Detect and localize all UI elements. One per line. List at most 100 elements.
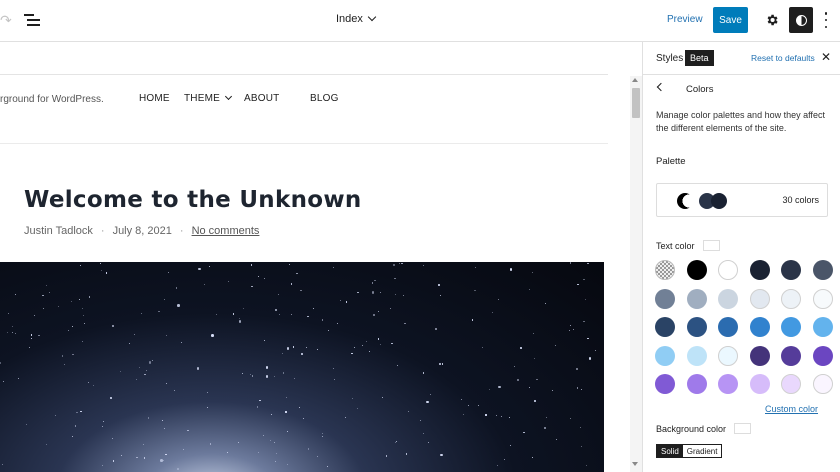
star-dot [176,467,180,471]
color-swatch[interactable] [781,288,801,309]
solid-tab[interactable]: Solid [657,445,683,457]
star-dot [242,372,244,374]
color-swatch[interactable] [749,374,770,394]
color-swatch[interactable] [718,345,738,366]
preview-button[interactable]: Preview [667,14,703,25]
star-dot [477,404,479,406]
color-swatch[interactable] [686,260,707,280]
redo-icon[interactable]: ↷ [0,12,14,28]
sidebar-header: Styles Beta Reset to defaults ✕ [643,42,840,75]
styles-toggle-button[interactable] [789,7,813,33]
star-dot [556,439,558,441]
color-swatch[interactable] [686,345,707,366]
color-swatch[interactable] [781,345,801,366]
star-dot [577,283,579,285]
star-dot [281,352,283,354]
color-swatch[interactable] [749,288,770,309]
star-dot [277,294,279,296]
close-icon[interactable]: ✕ [821,51,831,63]
color-swatch[interactable] [812,345,833,366]
scrollbar[interactable] [630,76,642,472]
star-dot [523,431,525,433]
reset-to-defaults-button[interactable]: Reset to defaults [751,53,815,63]
gear-icon[interactable] [765,13,779,27]
star-dot [285,397,288,399]
gradient-tab[interactable]: Gradient [683,445,722,457]
color-swatch[interactable] [718,317,738,337]
star-dot [308,448,310,450]
star-dot [481,346,483,349]
color-swatch[interactable] [686,374,707,394]
star-dot [30,334,32,336]
custom-color-link[interactable]: Custom color [765,404,818,414]
star-dot [257,451,259,453]
list-view-icon[interactable] [24,14,40,26]
color-swatch[interactable] [655,317,675,337]
color-swatch[interactable] [718,260,738,280]
nav-blog[interactable]: BLOG [310,93,339,104]
star-dot [485,414,487,416]
color-swatch[interactable] [749,260,770,280]
featured-image[interactable] [0,262,604,472]
star-dot [495,415,497,417]
color-swatch[interactable] [812,288,833,309]
scroll-up-arrow-icon[interactable] [632,78,638,82]
star-dot [145,369,147,371]
color-swatch[interactable] [749,345,770,366]
back-chevron-icon[interactable] [656,82,666,92]
star-dot [49,291,51,293]
star-dot [576,387,579,389]
palette-button[interactable]: 30 colors [656,183,828,217]
color-swatch[interactable] [718,288,738,309]
color-swatch[interactable] [781,260,801,280]
color-swatch[interactable] [812,260,833,280]
star-dot [6,332,9,334]
star-dot [46,443,48,445]
star-dot [269,439,272,442]
star-dot [45,284,47,286]
divider [0,143,608,144]
post-comments-link[interactable]: No comments [192,225,260,237]
star-dot [336,322,339,325]
star-dot [286,430,288,433]
star-dot [316,348,319,351]
star-dot [374,279,376,281]
document-title-dropdown[interactable]: Index [336,12,377,25]
color-swatch[interactable] [781,317,801,337]
star-dot [392,263,396,267]
post-meta: Justin Tadlock · July 8, 2021 · No comme… [24,225,259,237]
star-dot [237,442,240,444]
star-dot [100,262,102,264]
color-swatch[interactable] [655,288,675,309]
star-dot [397,364,399,366]
scrollbar-thumb[interactable] [632,88,640,118]
star-dot [28,346,30,349]
color-swatch[interactable] [686,288,707,309]
star-dot [510,445,512,447]
star-dot [305,347,308,349]
star-dot [497,464,499,466]
color-swatch[interactable] [749,317,770,337]
color-swatch[interactable] [781,374,801,394]
nav-home[interactable]: HOME [139,93,170,104]
more-options-icon[interactable] [824,12,828,28]
star-dot [430,393,432,395]
color-swatch[interactable] [812,374,833,394]
save-button[interactable]: Save [713,7,748,33]
post-title[interactable]: Welcome to the Unknown [24,187,362,213]
star-dot [259,400,261,402]
color-swatch[interactable] [718,374,738,394]
nav-theme[interactable]: THEME [184,92,233,104]
color-swatch[interactable] [655,374,675,394]
star-dot [105,272,107,274]
editor-canvas[interactable]: rground for WordPress. HOME THEME ABOUT … [0,42,642,472]
color-swatch[interactable] [655,345,675,366]
color-swatch[interactable] [655,260,675,280]
scroll-down-arrow-icon[interactable] [632,462,638,466]
star-dot [357,291,359,293]
nav-about[interactable]: ABOUT [244,93,279,104]
color-swatch[interactable] [812,317,833,337]
color-swatch[interactable] [686,317,707,337]
star-dot [148,361,152,364]
star-dot [173,389,176,391]
